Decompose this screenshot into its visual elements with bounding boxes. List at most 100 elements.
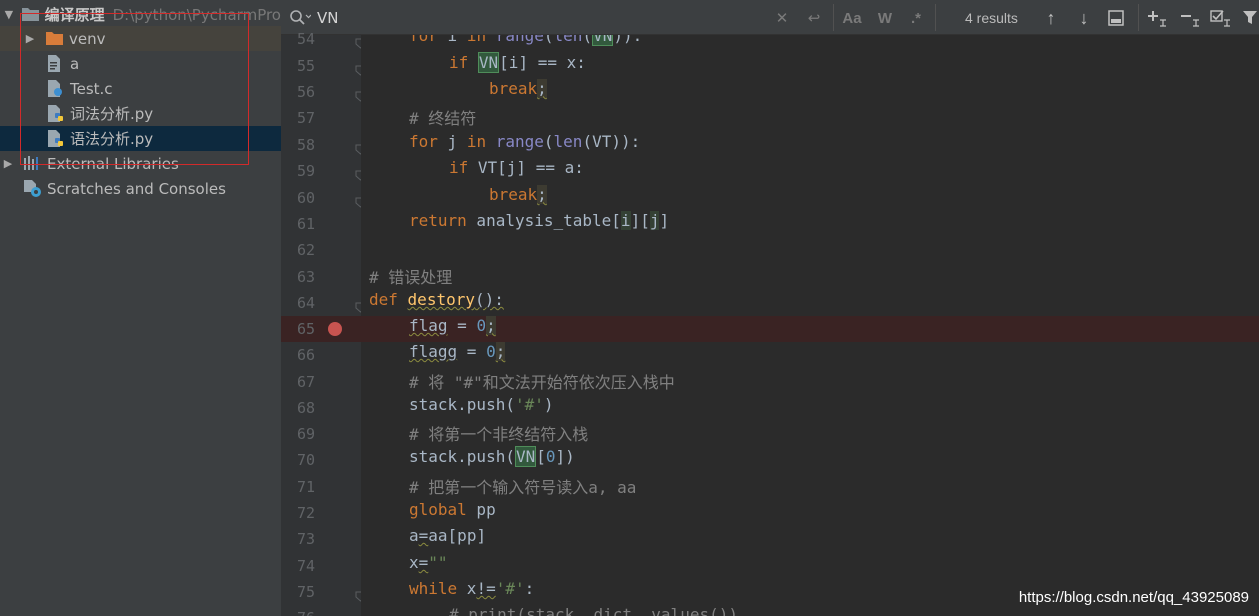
c-file-icon bbox=[47, 80, 64, 97]
line-number[interactable]: 71 bbox=[281, 478, 315, 496]
search-match: VN bbox=[514, 446, 537, 467]
tree-item-label: a bbox=[70, 54, 80, 73]
line-number[interactable]: 68 bbox=[281, 399, 315, 417]
filter-icon[interactable] bbox=[1242, 8, 1258, 28]
tree-item-label: 语法分析.py bbox=[70, 130, 154, 148]
add-occurrence-icon[interactable] bbox=[1146, 8, 1168, 28]
new-line-icon[interactable]: ↩ bbox=[805, 8, 823, 28]
line-number[interactable]: 69 bbox=[281, 425, 315, 443]
watermark: https://blog.csdn.net/qq_43925089 bbox=[1018, 589, 1249, 606]
regex-toggle[interactable]: .* bbox=[905, 8, 927, 28]
tree-item-label: 词法分析.py bbox=[70, 105, 154, 123]
code-editor[interactable]: for i in range(len(VN)): if VN[i] == x: … bbox=[361, 35, 1259, 616]
code-line: # 将第一个非终结符入栈 bbox=[409, 425, 589, 444]
line-number[interactable]: 58 bbox=[281, 136, 315, 154]
separator bbox=[1138, 4, 1139, 31]
line-number[interactable]: 72 bbox=[281, 504, 315, 522]
line-number[interactable]: 60 bbox=[281, 189, 315, 207]
search-results-count: 4 results bbox=[965, 10, 1018, 26]
tree-item-a[interactable]: a bbox=[0, 51, 281, 76]
tree-item-parser-py[interactable]: 语法分析.py bbox=[0, 126, 281, 151]
folder-icon bbox=[46, 30, 63, 47]
separator bbox=[833, 4, 834, 31]
line-number[interactable]: 65 bbox=[281, 320, 315, 338]
chevron-down-icon[interactable]: ▼ bbox=[4, 8, 14, 21]
project-root-label: 编译原理 bbox=[44, 6, 105, 24]
tree-item-label: Test.c bbox=[70, 79, 113, 98]
line-number[interactable]: 73 bbox=[281, 530, 315, 548]
scratches-icon bbox=[24, 180, 41, 197]
separator bbox=[935, 4, 936, 31]
select-all-occurrences-icon[interactable] bbox=[1210, 8, 1232, 28]
code-line: break; bbox=[489, 185, 547, 204]
tree-item-test-c[interactable]: Test.c bbox=[0, 76, 281, 101]
project-root-path: D:\python\PycharmPro bbox=[112, 5, 281, 24]
editor-gutter: 54 55 56 57 58 59 60 61 62 63 64 65 66 67 68 69 70 71 72 73… bbox=[281, 30, 366, 616]
python-file-icon bbox=[47, 130, 64, 147]
tree-item-venv[interactable]: ▶ venv bbox=[0, 26, 281, 51]
breakpoint-icon[interactable] bbox=[328, 322, 342, 336]
line-number[interactable]: 56 bbox=[281, 83, 315, 101]
code-line: a=aa[pp] bbox=[409, 526, 487, 545]
code-line: # 终结符 bbox=[409, 109, 477, 128]
search-icon[interactable] bbox=[289, 9, 312, 31]
code-line: stack.push('#') bbox=[409, 395, 554, 414]
python-file-icon bbox=[47, 105, 64, 122]
previous-occurrence-icon[interactable]: ↑ bbox=[1041, 8, 1061, 28]
code-line: for j in range(len(VT)): bbox=[409, 132, 641, 151]
search-input[interactable] bbox=[317, 7, 757, 29]
tree-item-external-libraries[interactable]: ▶ External Libraries bbox=[0, 151, 281, 176]
code-line: break; bbox=[489, 79, 547, 98]
line-number[interactable]: 57 bbox=[281, 109, 315, 127]
code-line: def destory(): bbox=[369, 290, 504, 309]
line-number[interactable]: 62 bbox=[281, 241, 315, 259]
search-match: VN bbox=[477, 52, 500, 73]
line-number[interactable]: 59 bbox=[281, 162, 315, 180]
code-line: # 将 "#"和文法开始符依次压入栈中 bbox=[409, 373, 675, 392]
code-line: flagg = 0; bbox=[409, 342, 506, 361]
library-icon bbox=[24, 155, 41, 172]
tree-item-label: venv bbox=[69, 29, 106, 48]
line-number[interactable]: 63 bbox=[281, 268, 315, 286]
find-in-window-icon[interactable] bbox=[1106, 8, 1126, 28]
find-bar: ✕ ↩ Aa W .* 4 results ↑ ↓ bbox=[281, 0, 1259, 35]
line-number[interactable]: 66 bbox=[281, 346, 315, 364]
code-line: stack.push(VN[0]) bbox=[409, 446, 575, 467]
code-line: x="" bbox=[409, 553, 448, 572]
tree-root[interactable]: ▼ 编译原理 D:\python\PycharmPro bbox=[0, 2, 281, 27]
tree-item-scratches[interactable]: Scratches and Consoles bbox=[0, 176, 281, 201]
tree-item-lexer-py[interactable]: 词法分析.py bbox=[0, 101, 281, 126]
code-line: return analysis_table[i][j] bbox=[409, 211, 670, 230]
line-number[interactable]: 61 bbox=[281, 215, 315, 233]
line-number[interactable]: 55 bbox=[281, 57, 315, 75]
line-number[interactable]: 75 bbox=[281, 583, 315, 601]
keyword: for bbox=[409, 35, 438, 45]
line-number[interactable]: 64 bbox=[281, 294, 315, 312]
line-number[interactable]: 76 bbox=[281, 609, 315, 616]
code-line-breakpoint: flag = 0; bbox=[361, 316, 1259, 343]
tree-item-label: Scratches and Consoles bbox=[47, 179, 226, 198]
next-occurrence-icon[interactable]: ↓ bbox=[1074, 8, 1094, 28]
line-number[interactable]: 54 bbox=[281, 30, 315, 48]
remove-occurrence-icon[interactable] bbox=[1179, 8, 1201, 28]
search-match: VN bbox=[592, 35, 614, 46]
clear-search-icon[interactable]: ✕ bbox=[774, 8, 790, 28]
code-line: # print(stack, dict, values()) bbox=[449, 605, 738, 616]
code-line: if VT[j] == a: bbox=[449, 158, 584, 177]
whole-words-toggle[interactable]: W bbox=[875, 8, 895, 28]
code-line: # 把第一个输入符号读入a, aa bbox=[409, 478, 637, 497]
tree-item-label: External Libraries bbox=[47, 154, 179, 173]
line-number[interactable]: 70 bbox=[281, 451, 315, 469]
code-line: # 错误处理 bbox=[369, 268, 453, 287]
text-file-icon bbox=[47, 55, 64, 72]
chevron-right-icon[interactable]: ▶ bbox=[24, 32, 36, 45]
code-line: if VN[i] == x: bbox=[449, 52, 586, 73]
line-number[interactable]: 74 bbox=[281, 557, 315, 575]
match-case-toggle[interactable]: Aa bbox=[841, 8, 863, 28]
code-line: for i in range(len(VN)): bbox=[361, 35, 1259, 52]
chevron-right-icon[interactable]: ▶ bbox=[2, 157, 14, 170]
code-line: global pp bbox=[409, 500, 496, 519]
line-number[interactable]: 67 bbox=[281, 373, 315, 391]
project-panel: ▼ 编译原理 D:\python\PycharmPro ▶ venv a Tes… bbox=[0, 0, 281, 616]
folder-icon bbox=[21, 6, 39, 23]
